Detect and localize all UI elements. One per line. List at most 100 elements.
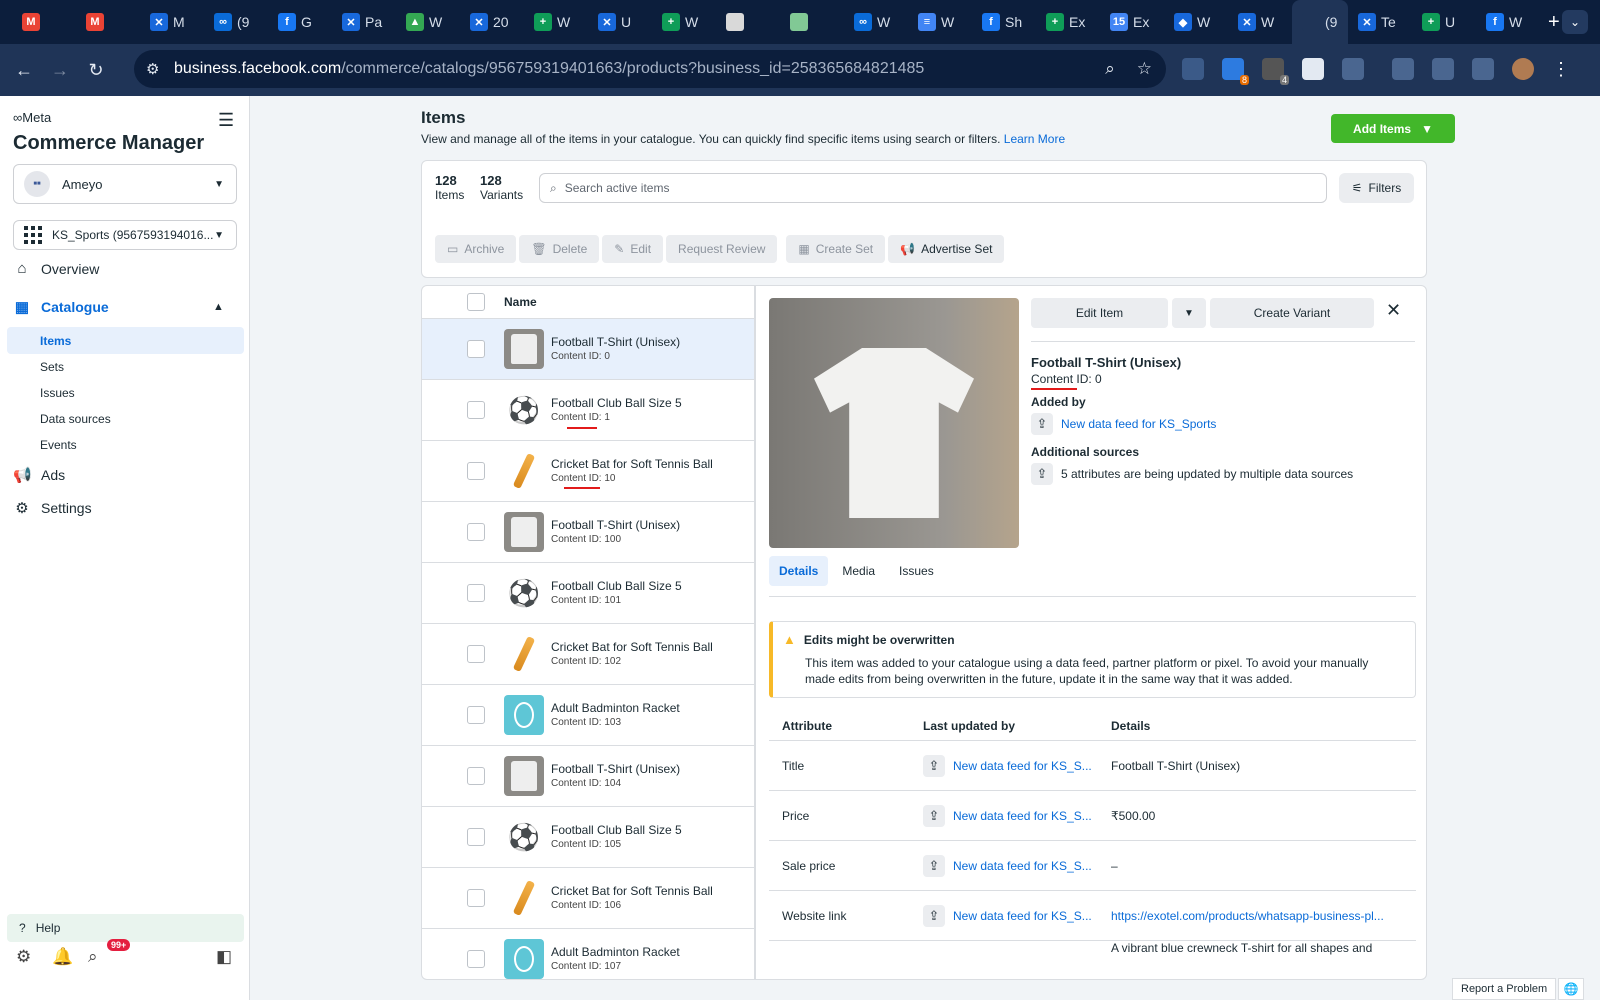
product-image[interactable] [769, 298, 1019, 548]
table-row[interactable]: Adult Badminton Racket Content ID: 103 [422, 685, 754, 746]
table-row[interactable]: ⚽ Football Club Ball Size 5 Content ID: 10… [422, 807, 754, 868]
table-row[interactable]: Football T-Shirt (Unisex) Content ID: 100 [422, 502, 754, 563]
search-input[interactable]: ⌕ Search active items [539, 173, 1327, 203]
browser-tab[interactable]: ◆ W [1164, 0, 1228, 44]
extension-icon[interactable]: 8 [1222, 58, 1249, 85]
sidebar-item-sets[interactable]: Sets [40, 360, 64, 374]
browser-tab[interactable]: ✕ U [588, 0, 652, 44]
address-bar[interactable]: ⚙ business.facebook.com/commerce/catalog… [134, 50, 1166, 88]
edit-button[interactable]: ✎ Edit [602, 235, 664, 263]
row-checkbox[interactable] [467, 401, 485, 419]
request-review-button[interactable]: Request Review [666, 235, 778, 263]
gear-icon[interactable]: ⚙ [16, 947, 31, 967]
help-button[interactable]: ? Help [7, 914, 244, 942]
row-checkbox[interactable] [467, 950, 485, 968]
browser-tab[interactable]: 15 Ex [1100, 0, 1164, 44]
bell-icon[interactable]: 🔔 99+ [52, 939, 131, 967]
delete-button[interactable]: 🗑 Delete [519, 235, 600, 263]
data-feed-link[interactable]: New data feed for KS_S... [953, 759, 1092, 773]
browser-tab[interactable]: + W [524, 0, 588, 44]
row-checkbox[interactable] [467, 706, 485, 724]
catalog-selector[interactable]: KS_Sports (9567593194016... ▼ [13, 220, 237, 250]
tab-media[interactable]: Media [832, 556, 885, 586]
globe-icon[interactable]: 🌐 [1558, 978, 1584, 1000]
puzzle-icon[interactable] [1342, 58, 1364, 80]
table-row[interactable]: Football T-Shirt (Unisex) Content ID: 104 [422, 746, 754, 807]
tab-search-button[interactable]: ⌄ [1562, 10, 1588, 34]
search-icon[interactable]: ⌕ [88, 947, 98, 967]
download-icon[interactable] [1432, 58, 1454, 80]
browser-tab[interactable]: ✕ M [140, 0, 204, 44]
data-feed-link[interactable]: New data feed for KS_S... [953, 859, 1092, 873]
back-icon[interactable]: ← [6, 60, 42, 81]
chevron-down-icon[interactable]: ▼ [1172, 298, 1206, 328]
row-checkbox[interactable] [467, 767, 485, 785]
table-row[interactable]: Cricket Bat for Soft Tennis Ball Content … [422, 441, 754, 502]
extension-icon[interactable] [1182, 58, 1204, 80]
table-row[interactable]: Adult Badminton Racket Content ID: 107 [422, 929, 754, 979]
browser-tab[interactable]: + W [652, 0, 716, 44]
row-checkbox[interactable] [467, 523, 485, 541]
browser-tab[interactable] [716, 0, 780, 44]
report-problem-button[interactable]: Report a Problem [1452, 978, 1557, 1000]
forward-icon[interactable]: → [42, 60, 78, 81]
media-control-icon[interactable] [1392, 58, 1414, 80]
table-row[interactable]: Cricket Bat for Soft Tennis Ball Content … [422, 868, 754, 929]
site-info-icon[interactable]: ⚙ [146, 60, 159, 78]
browser-tab[interactable]: f Sh [972, 0, 1036, 44]
edit-item-button[interactable]: Edit Item [1031, 298, 1168, 328]
sidebar-item-items[interactable]: Items [40, 334, 71, 348]
attribute-value[interactable]: https://exotel.com/products/whatsapp-bus… [1111, 909, 1416, 923]
row-checkbox[interactable] [467, 340, 485, 358]
browser-tab[interactable]: ∞ (9 [204, 0, 268, 44]
bookmark-star-icon[interactable]: ☆ [1137, 59, 1152, 79]
sidebar-item-data-sources[interactable]: Data sources [40, 412, 111, 426]
browser-tab[interactable]: ≡ W [908, 0, 972, 44]
qr-code-icon[interactable] [1302, 58, 1324, 80]
browser-tab[interactable]: ✕ W [1228, 0, 1292, 44]
nav-catalogue[interactable]: ▦ Catalogue ▲ [13, 298, 224, 316]
browser-tab[interactable]: M [12, 0, 76, 44]
nav-ads[interactable]: 📢 Ads [13, 466, 65, 484]
business-selector[interactable]: ■■ Ameyo ▼ [13, 164, 237, 204]
create-set-button[interactable]: ▦ Create Set [786, 235, 886, 263]
browser-tab[interactable]: (9✕ [1292, 0, 1348, 44]
browser-tab[interactable]: fG [268, 0, 332, 44]
advertise-set-button[interactable]: 📢 Advertise Set [888, 235, 1005, 263]
browser-tab[interactable] [780, 0, 844, 44]
data-feed-link[interactable]: New data feed for KS_S... [953, 809, 1092, 823]
nav-overview[interactable]: ⌂ Overview [13, 260, 99, 277]
zoom-icon[interactable]: ⌕ [1105, 59, 1115, 79]
table-row[interactable]: Football T-Shirt (Unisex) Content ID: 0 [422, 319, 754, 380]
browser-tab[interactable]: ✕ 20 [460, 0, 524, 44]
browser-tab[interactable]: ✕ Te [1348, 0, 1412, 44]
learn-more-link[interactable]: Learn More [1004, 132, 1065, 146]
extension-icon[interactable]: 4 [1262, 58, 1289, 85]
tab-issues[interactable]: Issues [889, 556, 944, 586]
data-feed-link[interactable]: New data feed for KS_S... [953, 909, 1092, 923]
browser-tab[interactable]: ∞ W [844, 0, 908, 44]
collapse-sidebar-icon[interactable]: ◧ [216, 947, 232, 967]
side-panel-icon[interactable] [1472, 58, 1494, 80]
row-checkbox[interactable] [467, 889, 485, 907]
browser-tab[interactable]: M [76, 0, 140, 44]
nav-settings[interactable]: ⚙ Settings [13, 499, 91, 517]
browser-tab[interactable]: fW [1476, 0, 1540, 44]
new-tab-icon[interactable]: + [1548, 11, 1560, 34]
reload-icon[interactable]: ↻ [78, 60, 114, 81]
browser-tab[interactable]: + U [1412, 0, 1476, 44]
hamburger-icon[interactable]: ☰ [218, 110, 234, 131]
browser-tab[interactable]: ▲ W [396, 0, 460, 44]
close-icon[interactable]: ✕ [1386, 300, 1401, 321]
row-checkbox[interactable] [467, 828, 485, 846]
filters-button[interactable]: ⚟ Filters [1339, 173, 1414, 203]
archive-button[interactable]: ▭ Archive [435, 235, 517, 263]
create-variant-button[interactable]: Create Variant [1210, 298, 1374, 328]
sidebar-item-issues[interactable]: Issues [40, 386, 75, 400]
tab-details[interactable]: Details [769, 556, 829, 586]
table-row[interactable]: ⚽ Football Club Ball Size 5 Content ID: 10… [422, 563, 754, 624]
browser-tab[interactable]: + Ex [1036, 0, 1100, 44]
browser-tab[interactable]: ✕ Pa [332, 0, 396, 44]
row-checkbox[interactable] [467, 645, 485, 663]
add-items-button[interactable]: Add Items ▼ [1331, 114, 1455, 143]
